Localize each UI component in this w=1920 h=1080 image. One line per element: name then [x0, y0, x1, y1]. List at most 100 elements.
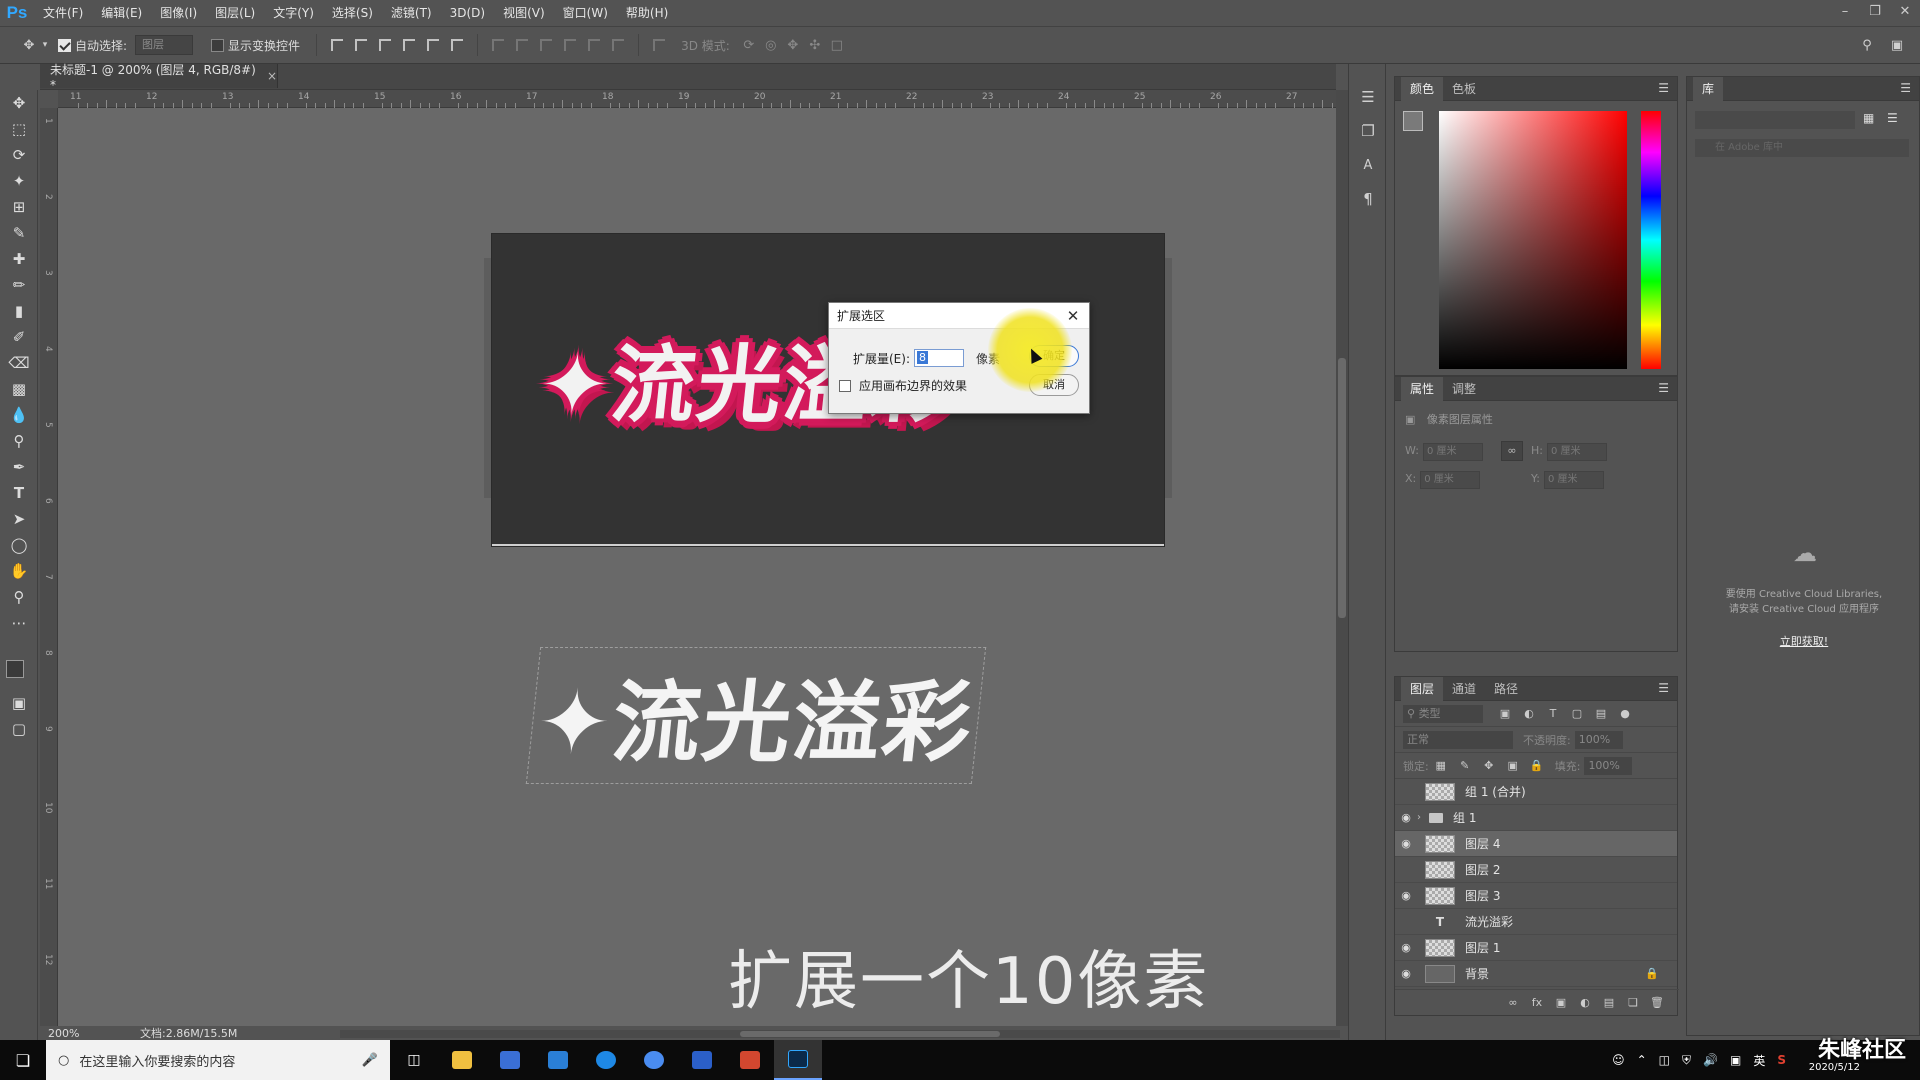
filter-smart-object-icon[interactable]: ▤: [1589, 707, 1613, 720]
fill-field[interactable]: 100%: [1584, 756, 1633, 775]
align-right-icon[interactable]: [445, 34, 469, 56]
link-layers-icon[interactable]: ∞: [1501, 996, 1525, 1009]
dodge-tool-icon[interactable]: ⚲: [0, 428, 38, 454]
align-left-icon[interactable]: [397, 34, 421, 56]
filter-shape-icon[interactable]: ▢: [1565, 707, 1589, 720]
eye-icon[interactable]: ◉: [1395, 889, 1417, 902]
3d-slide-icon[interactable]: ✣: [804, 34, 826, 56]
lock-all-icon[interactable]: 🔒: [1525, 759, 1549, 772]
menu-help[interactable]: 帮助(H): [617, 0, 677, 26]
lock-transparent-icon[interactable]: ▦: [1429, 759, 1453, 772]
layer-row[interactable]: ◉ › 组 1: [1395, 805, 1677, 831]
search-icon[interactable]: ⚲: [1856, 34, 1878, 56]
menu-filter[interactable]: 滤镜(T): [382, 0, 441, 26]
distribute-top-icon[interactable]: [486, 34, 510, 56]
chevron-right-icon[interactable]: ›: [1417, 812, 1421, 823]
hue-slider[interactable]: [1641, 111, 1661, 369]
people-icon[interactable]: ☺: [1606, 1053, 1631, 1067]
distribute-vcenter-icon[interactable]: [510, 34, 534, 56]
panel-menu-icon[interactable]: ☰: [1658, 381, 1669, 395]
volume-icon[interactable]: 🔊: [1697, 1053, 1724, 1067]
lasso-tool-icon[interactable]: ⟳: [0, 142, 38, 168]
eyedropper-tool-icon[interactable]: ✎: [0, 220, 38, 246]
eye-icon[interactable]: ◉: [1395, 811, 1417, 824]
library-dropdown[interactable]: [1695, 111, 1855, 129]
filter-pixel-icon[interactable]: ▣: [1493, 707, 1517, 720]
document-size[interactable]: 文档:2.86M/15.5M: [110, 1025, 237, 1041]
mail-icon[interactable]: [534, 1040, 582, 1080]
panel-menu-icon[interactable]: ☰: [1658, 681, 1669, 695]
layer-row[interactable]: T 流光溢彩: [1395, 909, 1677, 935]
display-icon[interactable]: ▣: [1724, 1053, 1747, 1067]
edge-icon[interactable]: [582, 1040, 630, 1080]
distribute-left-icon[interactable]: [558, 34, 582, 56]
microphone-icon[interactable]: 🎤: [362, 1053, 378, 1068]
blend-mode-dropdown[interactable]: 正常: [1403, 730, 1513, 749]
ellipse-tool-icon[interactable]: ◯: [0, 532, 38, 558]
width-field[interactable]: 0 厘米: [1422, 443, 1483, 461]
menu-layer[interactable]: 图层(L): [206, 0, 264, 26]
opacity-field[interactable]: 100%: [1574, 730, 1623, 749]
align-vcenter-icon[interactable]: [349, 34, 373, 56]
eraser-tool-icon[interactable]: ⌫: [0, 350, 38, 376]
filter-type-icon[interactable]: T: [1541, 707, 1565, 720]
photoshop-taskbar-icon[interactable]: [774, 1040, 822, 1080]
eye-icon[interactable]: ◉: [1395, 967, 1417, 980]
lock-image-icon[interactable]: ✎: [1453, 759, 1477, 772]
tab-adjustments[interactable]: 调整: [1443, 377, 1485, 401]
tab-swatches[interactable]: 色板: [1443, 77, 1485, 101]
menu-3d[interactable]: 3D(D): [441, 0, 494, 26]
history-brush-tool-icon[interactable]: ✐: [0, 324, 38, 350]
3d-drag-icon[interactable]: ✥: [782, 34, 804, 56]
layer-row[interactable]: 组 1 (合并): [1395, 779, 1677, 805]
new-layer-icon[interactable]: ❏: [1621, 996, 1645, 1009]
eye-icon[interactable]: ◉: [1395, 837, 1417, 850]
taskbar-search[interactable]: ○ 在这里输入你要搜索的内容 🎤: [46, 1040, 390, 1080]
ime-indicator[interactable]: 英: [1747, 1052, 1771, 1069]
brush-tool-icon[interactable]: ✏: [0, 272, 38, 298]
list-view-icon[interactable]: ☰: [1887, 111, 1898, 125]
tab-libraries[interactable]: 库: [1693, 76, 1724, 101]
align-bottom-icon[interactable]: [373, 34, 397, 56]
foreground-color-swatch[interactable]: [1403, 111, 1423, 131]
marquee-tool-icon[interactable]: ⬚: [0, 116, 38, 142]
lock-artboard-icon[interactable]: ▣: [1501, 759, 1525, 772]
lock-position-icon[interactable]: ✥: [1477, 759, 1501, 772]
scrollbar-thumb[interactable]: [1338, 358, 1346, 618]
browser-icon[interactable]: [630, 1040, 678, 1080]
move-tool-icon[interactable]: ✥: [0, 90, 38, 116]
pen-tool-icon[interactable]: ✒: [0, 454, 38, 480]
crop-tool-icon[interactable]: ⊞: [0, 194, 38, 220]
layer-row[interactable]: ◉ 图层 4: [1395, 831, 1677, 857]
auto-select-checkbox[interactable]: [58, 38, 71, 52]
filter-adjustment-icon[interactable]: ◐: [1517, 707, 1541, 720]
tab-paths[interactable]: 路径: [1485, 677, 1527, 701]
paragraph-panel-icon[interactable]: ¶: [1349, 182, 1387, 216]
restore-icon[interactable]: ❐: [1860, 0, 1890, 22]
distribute-hcenter-icon[interactable]: [582, 34, 606, 56]
3d-roll-icon[interactable]: ◎: [760, 34, 782, 56]
vertical-scrollbar[interactable]: [1336, 90, 1348, 1026]
expand-amount-input[interactable]: 8: [914, 349, 964, 367]
panel-menu-icon[interactable]: ☰: [1658, 81, 1669, 95]
gradient-tool-icon[interactable]: ▩: [0, 376, 38, 402]
menu-view[interactable]: 视图(V): [494, 0, 554, 26]
zoom-tool-icon[interactable]: ⚲: [0, 584, 38, 610]
menu-edit[interactable]: 编辑(E): [92, 0, 151, 26]
foreground-color-swatch[interactable]: [6, 660, 24, 678]
path-select-tool-icon[interactable]: ➤: [0, 506, 38, 532]
layer-row[interactable]: ◉ 背景 🔒: [1395, 961, 1677, 987]
horizontal-scrollbar[interactable]: [340, 1030, 1340, 1038]
auto-select-dropdown[interactable]: 图层: [135, 35, 194, 55]
task-view-icon[interactable]: ◫: [390, 1040, 438, 1080]
add-mask-icon[interactable]: ▣: [1549, 996, 1573, 1009]
document-tab[interactable]: 未标题-1 @ 200% (图层 4, RGB/8#) * ×: [40, 63, 278, 92]
menu-image[interactable]: 图像(I): [151, 0, 206, 26]
canvas-area[interactable]: ✦流光溢彩 ✦流光溢彩 扩展一个10像素: [58, 108, 1336, 1026]
layer-row[interactable]: ◉ 图层 3: [1395, 883, 1677, 909]
fx-icon[interactable]: fx: [1525, 996, 1549, 1009]
workspace-icon[interactable]: ▣: [1886, 34, 1908, 56]
adjustment-layer-icon[interactable]: ◐: [1573, 996, 1597, 1009]
zoom-level[interactable]: 200%: [40, 1027, 110, 1040]
store-icon[interactable]: [486, 1040, 534, 1080]
